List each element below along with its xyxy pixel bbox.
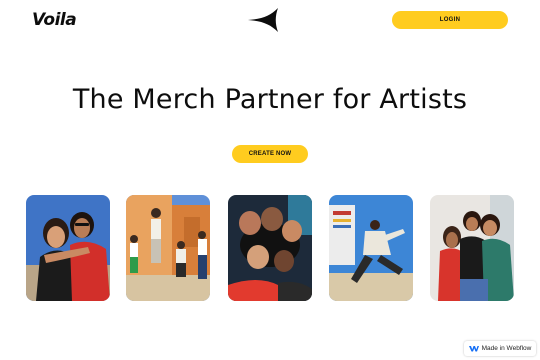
badge-label: Made in Webflow	[481, 345, 532, 352]
gallery-photo-1	[26, 195, 110, 301]
four-point-star-icon	[248, 8, 278, 32]
webflow-icon	[468, 346, 479, 352]
gallery-photo-5	[430, 195, 514, 301]
photo-gallery	[0, 195, 540, 301]
create-now-button[interactable]: CREATE NOW	[232, 145, 308, 163]
gallery-photo-4	[329, 195, 413, 301]
made-in-webflow-badge[interactable]: Made in Webflow	[464, 341, 536, 356]
brand-logo[interactable]: Voila	[32, 10, 77, 30]
gallery-photo-3	[228, 195, 312, 301]
gallery-photo-2	[126, 195, 210, 301]
login-button[interactable]: LOGIN	[392, 11, 508, 29]
hero-title: The Merch Partner for Artists	[72, 84, 468, 115]
